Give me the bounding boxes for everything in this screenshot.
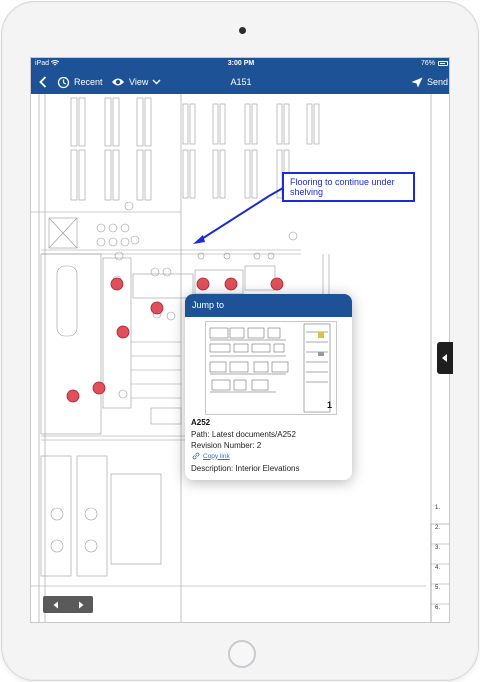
markup-callout[interactable]: Flooring to continue under shelving [282,172,415,202]
triangle-right-icon [78,601,83,608]
link-icon [192,452,200,460]
document-path: Path: Latest documents/A252 [191,430,296,439]
back-button[interactable] [39,70,47,94]
next-page-button[interactable] [68,596,93,613]
popup-header: Jump to [185,294,352,317]
nav-bar: Recent View A151 Send [31,70,449,94]
jump-to-popup[interactable]: Jump to 1 A252 Path: Latest documents/A2… [185,294,352,480]
schedule-number: 6. [435,605,441,611]
send-button[interactable]: Send [411,70,448,94]
schedule-number: 2. [435,525,441,531]
recent-button[interactable]: Recent [57,70,103,94]
document-name: A252 [191,418,211,427]
view-button[interactable]: View [111,70,161,94]
copy-link-label: Copy link [203,452,230,460]
recent-clock-icon [57,76,70,88]
page-navigator [43,596,93,613]
status-time: 3:00 PM [227,60,255,67]
chevron-down-icon [152,79,161,85]
chevron-left-icon [39,76,47,88]
view-label: View [129,77,149,87]
document-thumbnail[interactable]: 1 [205,321,337,415]
battery-percent: 76% [420,60,435,67]
triangle-left-icon [442,354,447,362]
recent-label: Recent [74,77,103,87]
side-panel-tab[interactable] [437,342,453,374]
schedule-number: 5. [435,585,441,591]
thumbnail-drawing [209,323,331,413]
status-bar: iPad 3:00 PM 76% [31,58,449,70]
schedule-numbers: 1. 2. 3. 4. 5. 6. [435,498,440,618]
thumbnail-page-number: 1 [326,400,332,410]
camera-icon [239,27,246,34]
schedule-number: 4. [435,565,441,571]
home-button[interactable] [228,640,256,668]
document-description: Description: Interior Elevations [191,464,300,473]
previous-page-button[interactable] [43,596,68,613]
schedule-number: 3. [435,545,441,551]
schedule-number: 1. [435,505,441,511]
triangle-left-icon [53,601,58,608]
send-icon [411,77,423,87]
callout-text: Flooring to continue under shelving [290,177,395,197]
send-label: Send [427,77,449,87]
screen: iPad 3:00 PM 76% Recent View A151 Send F… [30,57,450,623]
copy-link-button[interactable]: Copy link [192,452,230,460]
eye-icon [112,78,124,86]
battery-icon [438,61,448,66]
revision-number: Revision Number: 2 [191,441,262,450]
